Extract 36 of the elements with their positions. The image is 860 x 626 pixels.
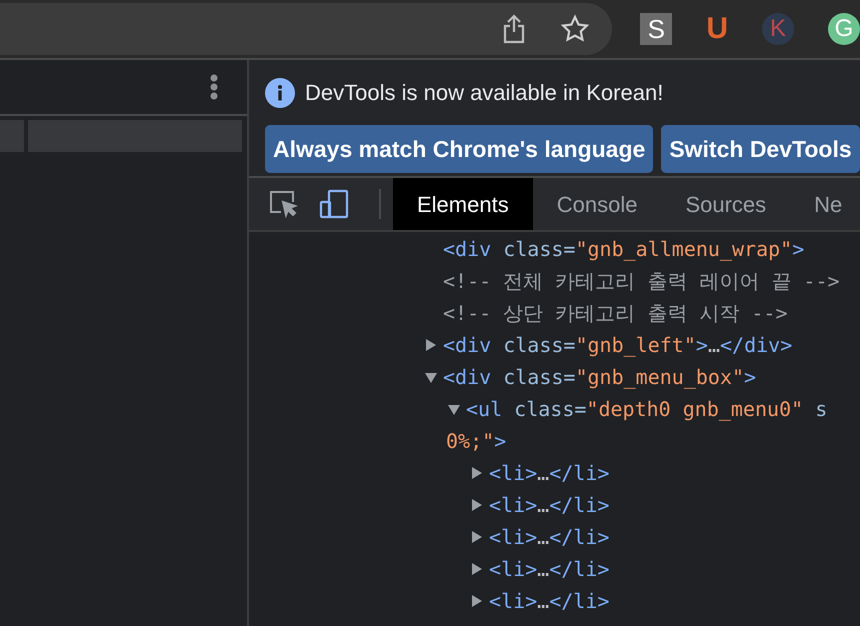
dom-node-text[interactable]: 0%;"> xyxy=(446,426,506,456)
device-toolbar-icon[interactable] xyxy=(319,189,349,219)
panel-tab[interactable]: Console xyxy=(532,178,662,230)
collapse-triangle-icon[interactable] xyxy=(448,402,460,416)
panel-tab[interactable]: Sources xyxy=(661,178,790,230)
expand-triangle-icon[interactable] xyxy=(471,498,483,512)
collapse-triangle-icon[interactable] xyxy=(425,370,437,384)
dom-node-text[interactable]: <li>…</li> xyxy=(489,586,610,616)
star-icon[interactable] xyxy=(560,14,590,44)
dom-node-text[interactable]: <!-- 상단 카테고리 출력 시작 --> xyxy=(443,298,788,328)
expand-triangle-icon[interactable] xyxy=(425,338,437,352)
share-icon[interactable] xyxy=(502,14,526,44)
expand-triangle-icon[interactable] xyxy=(471,594,483,608)
dom-node-text[interactable]: <li>…</li> xyxy=(489,458,610,488)
dom-node-text[interactable]: <!-- 전체 카테고리 출력 레이어 끝 --> xyxy=(443,266,840,296)
dom-node-text[interactable]: <li>…</li> xyxy=(489,522,610,552)
expand-triangle-icon[interactable] xyxy=(471,530,483,544)
more-options-icon[interactable] xyxy=(209,74,219,100)
extension-icon[interactable]: U xyxy=(706,14,728,44)
inspect-element-icon[interactable] xyxy=(269,190,299,218)
info-icon xyxy=(265,78,295,108)
dom-node-text[interactable]: <ul class="depth0 gnb_menu0" s xyxy=(466,394,828,424)
dom-node-text[interactable]: <li>…</li> xyxy=(489,490,610,520)
dom-node-text[interactable]: <div class="gnb_menu_box"> xyxy=(443,362,756,392)
infobar-button[interactable]: Switch DevTools xyxy=(661,125,860,173)
extension-icon[interactable]: S xyxy=(640,13,672,45)
dom-node-text[interactable]: <div class="gnb_allmenu_wrap"> xyxy=(443,234,804,264)
expand-triangle-icon[interactable] xyxy=(471,562,483,576)
dom-node-text[interactable]: <div class="gnb_left">…</div> xyxy=(443,330,792,360)
panel-tab[interactable]: Ne xyxy=(790,178,860,230)
info-message: DevTools is now available in Korean! xyxy=(305,79,664,107)
panel-block xyxy=(0,120,24,152)
panel-tab[interactable]: Elements xyxy=(393,178,533,230)
infobar-button[interactable]: Always match Chrome's language xyxy=(265,125,654,173)
expand-triangle-icon[interactable] xyxy=(471,466,483,480)
dom-node-text[interactable]: <li>…</li> xyxy=(489,554,610,584)
